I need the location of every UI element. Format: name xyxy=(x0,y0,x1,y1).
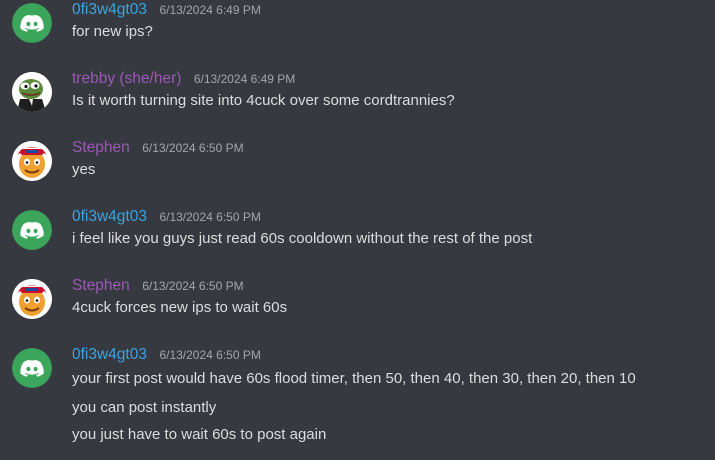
message: 0fi3w4gt03 6/13/2024 6:50 PM your first … xyxy=(0,345,715,460)
message-text: for new ips? xyxy=(72,23,153,40)
timestamp: 6/13/2024 6:50 PM xyxy=(142,141,244,155)
message: 0fi3w4gt03 6/13/2024 6:50 PM i feel like… xyxy=(0,207,715,267)
timestamp: 6/13/2024 6:49 PM xyxy=(193,72,296,86)
message: Stephen 6/13/2024 6:50 PM yes xyxy=(0,138,715,198)
discord-default-avatar-icon[interactable] xyxy=(12,3,52,43)
timestamp: 6/13/2024 6:50 PM xyxy=(159,210,261,224)
message-text: you just have to wait 60s to post again xyxy=(72,426,327,443)
message-text: yes xyxy=(72,161,96,178)
message-text: you can post instantly xyxy=(72,399,217,416)
chat-log: 0fi3w4gt03 6/13/2024 6:49 PM for new ips… xyxy=(0,0,715,460)
message: 0fi3w4gt03 6/13/2024 6:49 PM for new ips… xyxy=(0,0,715,60)
pepe-frog-avatar[interactable] xyxy=(12,72,52,112)
timestamp: 6/13/2024 6:50 PM xyxy=(159,348,261,362)
author-name[interactable]: 0fi3w4gt03 xyxy=(72,208,147,225)
author-name[interactable]: 0fi3w4gt03 xyxy=(72,1,147,18)
message-text: 4cuck forces new ips to wait 60s xyxy=(72,299,288,316)
message: trebby (she/her) 6/13/2024 6:49 PM Is it… xyxy=(0,69,715,129)
message: Stephen 6/13/2024 6:50 PM 4cuck forces n… xyxy=(0,276,715,336)
discord-default-avatar-icon[interactable] xyxy=(12,210,52,250)
timestamp: 6/13/2024 6:50 PM xyxy=(142,279,244,293)
message-text: Is it worth turning site into 4cuck over… xyxy=(72,92,455,109)
cartoon-face-avatar[interactable] xyxy=(12,279,52,319)
message-text: i feel like you guys just read 60s coold… xyxy=(72,230,533,247)
author-name[interactable]: Stephen xyxy=(72,277,130,294)
author-name[interactable]: Stephen xyxy=(72,139,130,156)
cartoon-face-avatar[interactable] xyxy=(12,141,52,181)
discord-default-avatar-icon[interactable] xyxy=(12,348,52,388)
timestamp: 6/13/2024 6:49 PM xyxy=(159,3,261,17)
author-name[interactable]: trebby (she/her) xyxy=(72,70,181,87)
author-name[interactable]: 0fi3w4gt03 xyxy=(72,346,147,363)
message-text: your first post would have 60s flood tim… xyxy=(72,370,636,387)
